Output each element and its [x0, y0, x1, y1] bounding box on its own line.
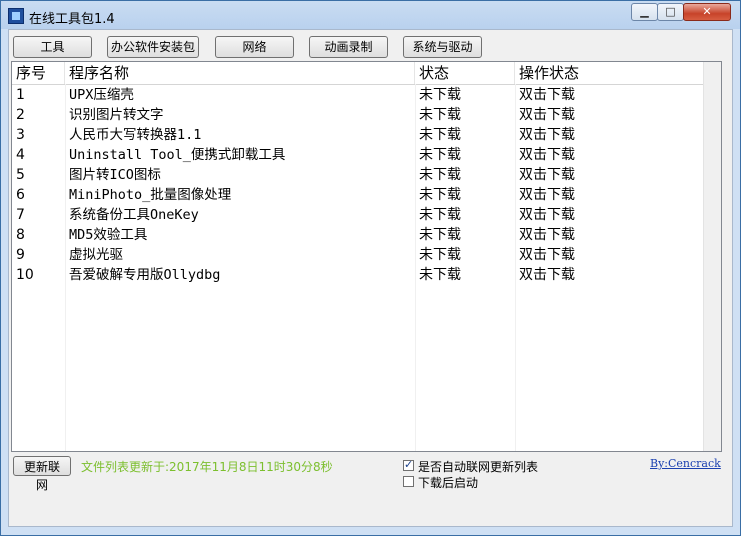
cell-index: 2 — [16, 107, 25, 123]
tools-button[interactable]: 工具 — [13, 36, 92, 58]
table-row[interactable]: 1 UPX压缩壳 未下载 双击下载 — [12, 85, 704, 105]
cell-index: 6 — [16, 187, 25, 203]
cell-action-status: 双击下载 — [519, 267, 575, 283]
cell-index: 4 — [16, 147, 25, 163]
table-row[interactable]: 6 MiniPhoto_批量图像处理 未下载 双击下载 — [12, 185, 704, 205]
refresh-network-button[interactable]: 更新联网 — [13, 456, 71, 492]
cell-status: 未下载 — [419, 107, 461, 123]
table-row[interactable]: 10 吾爱破解专用版Ollydbg 未下载 双击下载 — [12, 265, 704, 285]
cell-program-name: MD5效验工具 — [69, 227, 148, 243]
author-link[interactable]: By:Cencrack — [650, 457, 721, 470]
header-program-name[interactable]: 程序名称 — [65, 62, 415, 84]
cell-action-status: 双击下载 — [519, 87, 575, 103]
close-button[interactable]: ✕ — [683, 3, 731, 21]
launch-after-download-checkbox[interactable] — [403, 476, 414, 487]
cell-status: 未下载 — [419, 247, 461, 263]
cell-index: 8 — [16, 227, 25, 243]
header-status[interactable]: 状态 — [415, 62, 515, 84]
app-icon — [8, 8, 24, 24]
cell-status: 未下载 — [419, 227, 461, 243]
client-area: 工具 办公软件安装包 网络 动画录制 系统与驱动 序号 程序名称 状态 操作状态… — [8, 29, 733, 527]
minimize-button[interactable]: ▁ — [631, 3, 658, 21]
office-software-button[interactable]: 办公软件安装包 — [107, 36, 199, 58]
cell-status: 未下载 — [419, 167, 461, 183]
cell-program-name: 虚拟光驱 — [69, 247, 123, 263]
auto-update-label[interactable]: 是否自动联网更新列表 — [418, 458, 538, 475]
cell-program-name: 系统备份工具OneKey — [69, 207, 199, 223]
cell-action-status: 双击下载 — [519, 227, 575, 243]
cell-index: 10 — [16, 267, 34, 283]
cell-program-name: 图片转ICO图标 — [69, 167, 161, 183]
table-row[interactable]: 7 系统备份工具OneKey 未下载 双击下载 — [12, 205, 704, 225]
table-row[interactable]: 4 Uninstall Tool_便携式卸载工具 未下载 双击下载 — [12, 145, 704, 165]
system-driver-button[interactable]: 系统与驱动 — [403, 36, 482, 58]
header-index[interactable]: 序号 — [12, 62, 65, 84]
update-timestamp: 文件列表更新于:2017年11月8日11时30分8秒 — [81, 460, 333, 474]
header-action-status[interactable]: 操作状态 — [515, 62, 704, 84]
animation-record-button[interactable]: 动画录制 — [309, 36, 388, 58]
cell-index: 5 — [16, 167, 25, 183]
cell-action-status: 双击下载 — [519, 127, 575, 143]
network-button[interactable]: 网络 — [215, 36, 294, 58]
app-window: 在线工具包1.4 ▁ □ ✕ 工具 办公软件安装包 网络 动画录制 系统与驱动 … — [0, 0, 741, 536]
title-bar[interactable]: 在线工具包1.4 ▁ □ ✕ — [1, 1, 740, 29]
cell-action-status: 双击下载 — [519, 187, 575, 203]
cell-status: 未下载 — [419, 267, 461, 283]
cell-index: 7 — [16, 207, 25, 223]
window-title: 在线工具包1.4 — [29, 12, 115, 27]
auto-update-checkbox[interactable] — [403, 458, 414, 471]
cell-program-name: UPX压缩壳 — [69, 87, 134, 103]
cell-action-status: 双击下载 — [519, 247, 575, 263]
table-row[interactable]: 2 识别图片转文字 未下载 双击下载 — [12, 105, 704, 125]
cell-program-name: 识别图片转文字 — [69, 107, 164, 123]
program-list[interactable]: 序号 程序名称 状态 操作状态 1 UPX压缩壳 未下载 双击下载 2 识别图片转文字 未下… — [11, 61, 722, 452]
cell-index: 1 — [16, 87, 25, 103]
vertical-scrollbar[interactable] — [703, 62, 721, 451]
cell-status: 未下载 — [419, 87, 461, 103]
cell-status: 未下载 — [419, 207, 461, 223]
cell-status: 未下载 — [419, 127, 461, 143]
cell-program-name: 人民币大写转换器1.1 — [69, 127, 202, 143]
maximize-button[interactable]: □ — [657, 3, 684, 21]
launch-after-download-label[interactable]: 下载后启动 — [418, 474, 478, 491]
cell-action-status: 双击下载 — [519, 107, 575, 123]
cell-index: 9 — [16, 247, 25, 263]
table-row[interactable]: 9 虚拟光驱 未下载 双击下载 — [12, 245, 704, 265]
table-row[interactable]: 8 MD5效验工具 未下载 双击下载 — [12, 225, 704, 245]
table-row[interactable]: 3 人民币大写转换器1.1 未下载 双击下载 — [12, 125, 704, 145]
cell-program-name: Uninstall Tool_便携式卸载工具 — [69, 147, 286, 163]
cell-index: 3 — [16, 127, 25, 143]
cell-action-status: 双击下载 — [519, 207, 575, 223]
cell-program-name: MiniPhoto_批量图像处理 — [69, 187, 232, 203]
cell-program-name: 吾爱破解专用版Ollydbg — [69, 267, 221, 283]
cell-action-status: 双击下载 — [519, 167, 575, 183]
cell-status: 未下载 — [419, 187, 461, 203]
list-header: 序号 程序名称 状态 操作状态 — [12, 62, 704, 85]
cell-status: 未下载 — [419, 147, 461, 163]
table-row[interactable]: 5 图片转ICO图标 未下载 双击下载 — [12, 165, 704, 185]
cell-action-status: 双击下载 — [519, 147, 575, 163]
